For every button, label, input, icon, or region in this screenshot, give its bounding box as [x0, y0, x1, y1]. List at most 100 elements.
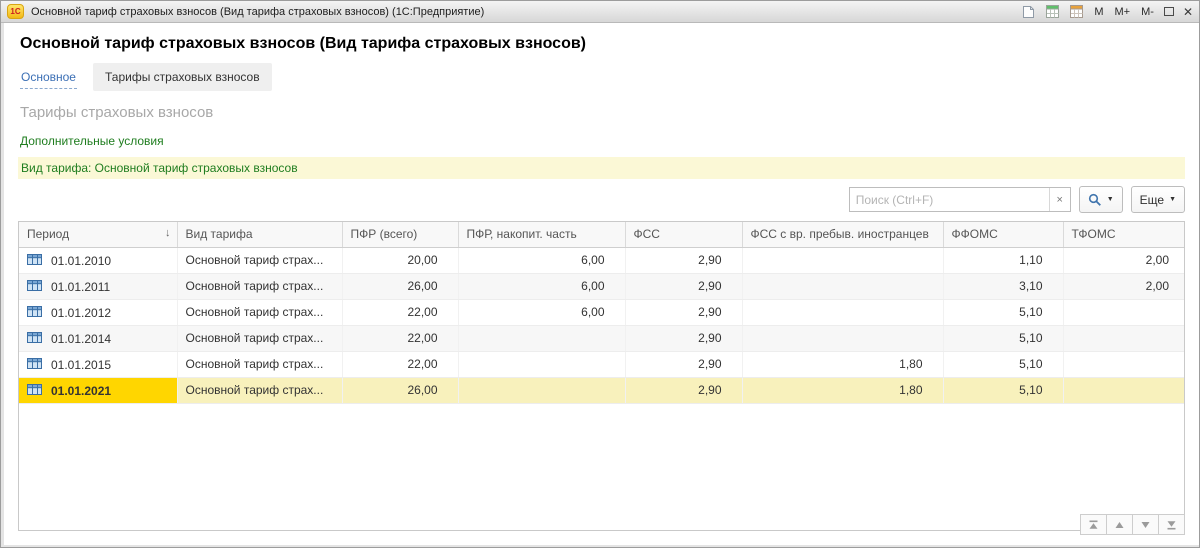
period-cell[interactable]: 01.01.2021: [19, 377, 178, 404]
chevron-down-icon: ▼: [1106, 196, 1114, 203]
nav-tabs: Основное Тарифы страховых взносов: [20, 63, 1199, 91]
memory-m-plus-button[interactable]: M+: [1114, 6, 1132, 18]
value-cell[interactable]: 2,90: [625, 299, 743, 326]
period-cell[interactable]: 01.01.2010: [19, 247, 178, 274]
tariff-kind-cell[interactable]: Основной тариф страх...: [177, 377, 343, 404]
value-cell[interactable]: [742, 273, 944, 300]
tab-main[interactable]: Основное: [20, 66, 77, 89]
value-cell[interactable]: [1063, 377, 1184, 404]
value-cell[interactable]: [458, 325, 626, 352]
go-last-button[interactable]: [1158, 514, 1185, 535]
column-header[interactable]: ПФР (всего): [342, 222, 459, 248]
table-row[interactable]: 01.01.2011 Основной тариф страх... 26,00 6,…: [19, 273, 1184, 300]
value-cell[interactable]: 2,00: [1063, 247, 1184, 274]
go-first-button[interactable]: [1080, 514, 1107, 535]
value-cell[interactable]: [458, 351, 626, 378]
memory-m-minus-button[interactable]: M-: [1140, 6, 1155, 18]
value-cell[interactable]: 2,90: [625, 351, 743, 378]
tab-tariffs[interactable]: Тарифы страховых взносов: [92, 63, 272, 91]
value-cell[interactable]: 2,90: [625, 377, 743, 404]
close-button[interactable]: ✕: [1183, 6, 1193, 18]
search-input[interactable]: [849, 188, 1049, 211]
tariff-kind-cell[interactable]: Основной тариф страх...: [177, 325, 343, 352]
form-content: Основной тариф страховых взносов (Вид та…: [1, 23, 1199, 547]
value-cell[interactable]: [1063, 351, 1184, 378]
record-icon: [27, 253, 42, 268]
period-cell[interactable]: 01.01.2014: [19, 325, 178, 352]
column-header[interactable]: ТФОМС: [1063, 222, 1184, 248]
value-cell[interactable]: 20,00: [342, 247, 459, 274]
app-window: 1С Основной тариф страховых взносов (Вид…: [0, 0, 1200, 548]
column-header[interactable]: ФСС: [625, 222, 743, 248]
list-pagination: [1080, 514, 1185, 535]
period-value: 01.01.2012: [51, 305, 112, 320]
table-row[interactable]: 01.01.2012 Основной тариф страх... 22,00 6,…: [19, 299, 1184, 326]
value-cell[interactable]: 2,00: [1063, 273, 1184, 300]
tariffs-table: Период ↓ Вид тарифа ПФР (всего) ПФР, накопит…: [18, 221, 1185, 531]
value-cell[interactable]: 2,90: [625, 273, 743, 300]
value-cell[interactable]: 5,10: [943, 351, 1064, 378]
calendar-icon[interactable]: [1069, 5, 1084, 19]
value-cell[interactable]: 22,00: [342, 325, 459, 352]
period-value: 01.01.2015: [51, 357, 112, 372]
value-cell[interactable]: 3,10: [943, 273, 1064, 300]
value-cell[interactable]: 5,10: [943, 325, 1064, 352]
magnifier-icon: [1088, 193, 1102, 207]
value-cell[interactable]: [1063, 325, 1184, 352]
value-cell[interactable]: [742, 247, 944, 274]
value-cell[interactable]: [458, 377, 626, 404]
table-row[interactable]: 01.01.2015 Основной тариф страх... 22,00 2,…: [19, 351, 1184, 378]
search-settings-button[interactable]: ▼: [1078, 186, 1123, 213]
table-icon[interactable]: [1045, 5, 1060, 19]
value-cell[interactable]: 26,00: [342, 377, 459, 404]
period-value: 01.01.2010: [51, 253, 112, 268]
value-cell[interactable]: 26,00: [342, 273, 459, 300]
table-row[interactable]: 01.01.2021 Основной тариф страх... 26,00 2,…: [19, 377, 1184, 404]
column-header[interactable]: ПФР, накопит. часть: [458, 222, 626, 248]
column-header[interactable]: ФФОМС: [943, 222, 1064, 248]
value-cell[interactable]: 22,00: [342, 299, 459, 326]
table-row[interactable]: 01.01.2010 Основной тариф страх... 20,00 6,…: [19, 247, 1184, 274]
sort-descending-icon: ↓: [165, 227, 171, 240]
value-cell[interactable]: 2,90: [625, 325, 743, 352]
value-cell[interactable]: 2,90: [625, 247, 743, 274]
table-row[interactable]: 01.01.2014 Основной тариф страх... 22,00 2,…: [19, 325, 1184, 352]
page-up-button[interactable]: [1106, 514, 1133, 535]
value-cell[interactable]: 22,00: [342, 351, 459, 378]
tariff-kind-cell[interactable]: Основной тариф страх...: [177, 273, 343, 300]
period-cell[interactable]: 01.01.2015: [19, 351, 178, 378]
additional-conditions-link[interactable]: Дополнительные условия: [20, 134, 1199, 148]
page-down-button[interactable]: [1132, 514, 1159, 535]
tariff-kind-cell[interactable]: Основной тариф страх...: [177, 299, 343, 326]
document-icon[interactable]: [1021, 5, 1036, 19]
value-cell[interactable]: 6,00: [458, 299, 626, 326]
value-cell[interactable]: 6,00: [458, 273, 626, 300]
column-header[interactable]: Период ↓: [19, 222, 178, 248]
clear-search-button[interactable]: ×: [1048, 188, 1070, 211]
value-cell[interactable]: [742, 325, 944, 352]
table-header-row: Период ↓ Вид тарифа ПФР (всего) ПФР, накопит…: [19, 222, 1184, 248]
value-cell[interactable]: 1,80: [742, 377, 944, 404]
record-icon: [27, 357, 42, 372]
value-cell[interactable]: 1,10: [943, 247, 1064, 274]
value-cell[interactable]: 5,10: [943, 299, 1064, 326]
tariff-kind-cell[interactable]: Основной тариф страх...: [177, 247, 343, 274]
list-toolbar: × ▼ Еще ▼: [4, 186, 1185, 213]
chevron-down-icon: ▼: [1169, 196, 1176, 203]
column-header[interactable]: ФСС с вр. пребыв. иностранцев: [742, 222, 944, 248]
1c-logo-icon: 1С: [7, 4, 24, 19]
period-cell[interactable]: 01.01.2011: [19, 273, 178, 300]
more-button[interactable]: Еще ▼: [1130, 186, 1185, 213]
column-header[interactable]: Вид тарифа: [177, 222, 343, 248]
memory-m-button[interactable]: M: [1093, 6, 1104, 18]
value-cell[interactable]: [1063, 299, 1184, 326]
tariff-kind-cell[interactable]: Основной тариф страх...: [177, 351, 343, 378]
record-icon: [27, 331, 42, 346]
title-bar: 1С Основной тариф страховых взносов (Вид…: [1, 1, 1199, 23]
period-cell[interactable]: 01.01.2012: [19, 299, 178, 326]
value-cell[interactable]: 6,00: [458, 247, 626, 274]
value-cell[interactable]: 5,10: [943, 377, 1064, 404]
value-cell[interactable]: [742, 299, 944, 326]
maximize-button[interactable]: [1163, 7, 1174, 16]
value-cell[interactable]: 1,80: [742, 351, 944, 378]
